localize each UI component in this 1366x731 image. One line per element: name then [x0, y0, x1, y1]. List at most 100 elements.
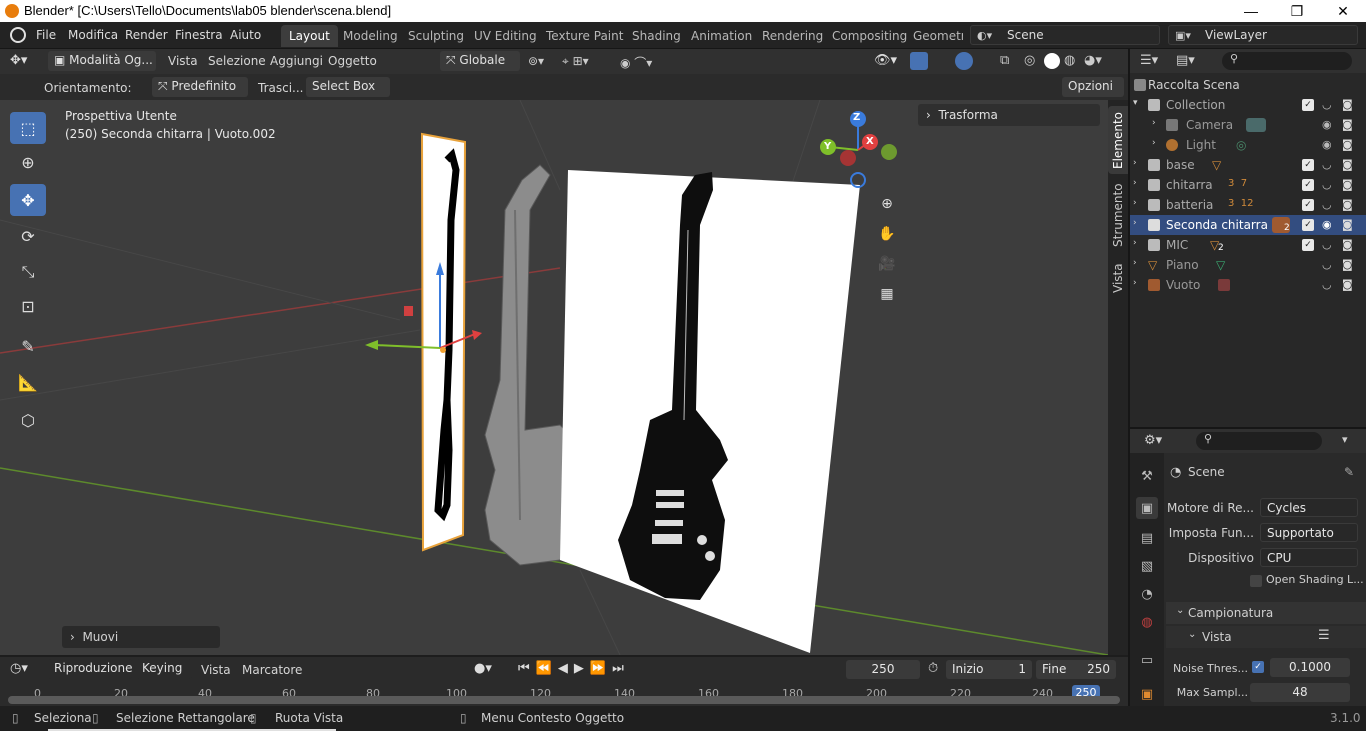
outliner-row-light[interactable]: › Light ◎ ◉ ◙: [1130, 135, 1366, 155]
outliner-root[interactable]: Raccolta Scena: [1130, 75, 1366, 95]
outliner-row-piano[interactable]: › ▽ Piano ▽ ◡ ◙: [1130, 255, 1366, 275]
checkbox-icon[interactable]: ✓: [1302, 219, 1314, 231]
solid-shading-icon[interactable]: [1044, 53, 1060, 69]
gizmo-z-label[interactable]: Z: [853, 112, 860, 123]
editor-type-icon[interactable]: ✥▾: [10, 53, 27, 68]
overlay-toggle-icon[interactable]: [955, 52, 973, 70]
feature-set-dropdown[interactable]: Supportato: [1260, 523, 1358, 542]
outliner-row-seconda-chitarra[interactable]: › Seconda chitarra 2 ✓ ◉ ◙: [1130, 215, 1366, 235]
menu-help[interactable]: Aiuto: [230, 28, 261, 42]
menu-view-timeline[interactable]: Vista: [201, 663, 231, 677]
gizmo-y-label[interactable]: Y: [824, 141, 831, 152]
camera-icon[interactable]: ◙: [1342, 218, 1353, 231]
visibility-icon[interactable]: ◉: [1322, 138, 1332, 151]
object-tab-icon[interactable]: ▣: [1136, 683, 1158, 705]
visibility-icon[interactable]: 👁▾: [874, 53, 897, 68]
outliner-row-camera[interactable]: › Camera ◉ ◙: [1130, 115, 1366, 135]
render-tab-icon[interactable]: ▣: [1136, 497, 1158, 519]
visibility-icon[interactable]: ◡: [1322, 98, 1332, 111]
editor-type-icon[interactable]: ☰▾: [1140, 53, 1158, 68]
stopwatch-icon[interactable]: ⏱: [928, 661, 938, 676]
tab-item[interactable]: Elemento: [1108, 106, 1128, 174]
view-layer-selector[interactable]: ViewLayer: [1168, 25, 1358, 45]
snap-icon[interactable]: ⌖ ⊞▾: [562, 54, 589, 69]
annotate-tool[interactable]: ✎: [10, 330, 46, 362]
add-cube-tool[interactable]: ⬡: [10, 404, 46, 436]
visibility-icon[interactable]: ◡: [1322, 178, 1332, 191]
start-frame-field[interactable]: Inizio 1: [946, 660, 1032, 679]
scale-tool[interactable]: ⤡: [10, 256, 46, 288]
transform-panel-header[interactable]: › Trasforma: [918, 104, 1100, 126]
checkbox-icon[interactable]: ✓: [1302, 159, 1314, 171]
checkbox-icon[interactable]: ✓: [1302, 199, 1314, 211]
camera-icon[interactable]: ◙: [1342, 158, 1353, 171]
visibility-icon[interactable]: ◡: [1322, 258, 1332, 271]
checkbox-icon[interactable]: ✓: [1302, 99, 1314, 111]
proportional-edit-icon[interactable]: ◉ ⌒▾: [620, 54, 652, 71]
tab-animation[interactable]: Animation: [683, 25, 760, 47]
visibility-icon[interactable]: ◡: [1322, 278, 1332, 291]
pivot-icon[interactable]: ⊚▾: [528, 54, 544, 68]
tab-sculpting[interactable]: Sculpting: [400, 25, 472, 47]
zoom-button[interactable]: ⊕: [873, 190, 901, 218]
properties-search-input[interactable]: ⚲: [1196, 432, 1322, 450]
editor-type-icon[interactable]: ⚙▾: [1144, 433, 1162, 448]
menu-edit[interactable]: Modifica: [68, 28, 118, 42]
osl-checkbox[interactable]: [1250, 575, 1262, 587]
options-dropdown[interactable]: Opzioni: [1062, 77, 1124, 97]
checkbox-icon[interactable]: ✓: [1302, 179, 1314, 191]
camera-view-button[interactable]: 🎥: [873, 250, 901, 278]
playback-controls[interactable]: ⏮⏪◀▶⏩⏭: [518, 661, 630, 676]
visibility-icon[interactable]: ◡: [1322, 238, 1332, 251]
select-box-tool[interactable]: ⬚: [10, 112, 46, 144]
render-engine-dropdown[interactable]: Cycles: [1260, 498, 1358, 517]
tab-layout[interactable]: Layout: [281, 25, 338, 47]
camera-icon[interactable]: ◙: [1342, 258, 1353, 271]
camera-icon[interactable]: ◙: [1342, 278, 1353, 291]
visibility-icon[interactable]: ◡: [1322, 158, 1332, 171]
menu-file[interactable]: File: [36, 28, 56, 42]
maximize-button[interactable]: ❐: [1274, 0, 1320, 22]
rendered-shading-icon[interactable]: ◕▾: [1084, 53, 1102, 68]
viewport-subpanel-header[interactable]: ⌄ Vista ☰: [1166, 626, 1366, 648]
tab-compositing[interactable]: Compositing: [824, 25, 915, 47]
camera-icon[interactable]: ◙: [1342, 138, 1353, 151]
tab-shading[interactable]: Shading: [624, 25, 689, 47]
end-frame-field[interactable]: Fine 250: [1036, 660, 1116, 679]
tab-view[interactable]: Vista: [1108, 256, 1128, 300]
move-tool[interactable]: ✥: [10, 184, 46, 216]
cursor-tool[interactable]: ⊕: [10, 146, 46, 178]
timeline-scrubber[interactable]: 0 20 40 60 80 100 120 140 160 180 200 22…: [0, 682, 1128, 706]
clock-icon[interactable]: ◷▾: [10, 661, 28, 676]
tab-tool[interactable]: Strumento: [1108, 180, 1128, 250]
tab-modeling[interactable]: Modeling: [335, 25, 406, 47]
tab-texture-paint[interactable]: Texture Paint: [538, 25, 631, 47]
outliner-row-vuoto[interactable]: › Vuoto ◡ ◙: [1130, 275, 1366, 295]
visibility-icon[interactable]: ◡: [1322, 198, 1332, 211]
scene-selector[interactable]: Scene: [970, 25, 1160, 45]
ortho-toggle-button[interactable]: ▦: [873, 280, 901, 308]
camera-icon[interactable]: ◙: [1342, 178, 1353, 191]
visibility-icon[interactable]: ◉: [1322, 118, 1332, 131]
sampling-panel-header[interactable]: ⌄ Campionatura: [1166, 602, 1366, 624]
drag-select-dropdown[interactable]: Select Box: [306, 77, 390, 97]
gizmo-x-label[interactable]: X: [866, 136, 874, 147]
3d-viewport[interactable]: Z Y X Prospettiva Utente (250) Seconda c…: [0, 100, 1108, 655]
view-layer-tab-icon[interactable]: ▧: [1136, 555, 1158, 577]
timeline-scrollbar[interactable]: [8, 696, 1120, 704]
outliner-row-chitarra[interactable]: › chitarra 3 7 ✓ ◡ ◙: [1130, 175, 1366, 195]
last-operator-panel[interactable]: › Muovi: [62, 626, 220, 648]
collection-tab-icon[interactable]: ▭: [1136, 649, 1158, 671]
output-tab-icon[interactable]: ▤: [1136, 527, 1158, 549]
outliner-row-batteria[interactable]: › batteria 3 12 ✓ ◡ ◙: [1130, 195, 1366, 215]
camera-icon[interactable]: ◙: [1342, 238, 1353, 251]
measure-tool[interactable]: 📐: [10, 366, 46, 398]
camera-icon[interactable]: ◙: [1342, 98, 1353, 111]
wireframe-shading-icon[interactable]: ◎: [1024, 53, 1035, 68]
camera-icon[interactable]: ◙: [1342, 118, 1353, 131]
max-samples-field[interactable]: 48: [1250, 683, 1350, 702]
menu-select[interactable]: Selezione: [208, 54, 266, 68]
menu-keying[interactable]: Keying: [136, 659, 192, 679]
gizmo-toggle-icon[interactable]: [910, 52, 928, 70]
tab-uv-editing[interactable]: UV Editing: [466, 25, 545, 47]
